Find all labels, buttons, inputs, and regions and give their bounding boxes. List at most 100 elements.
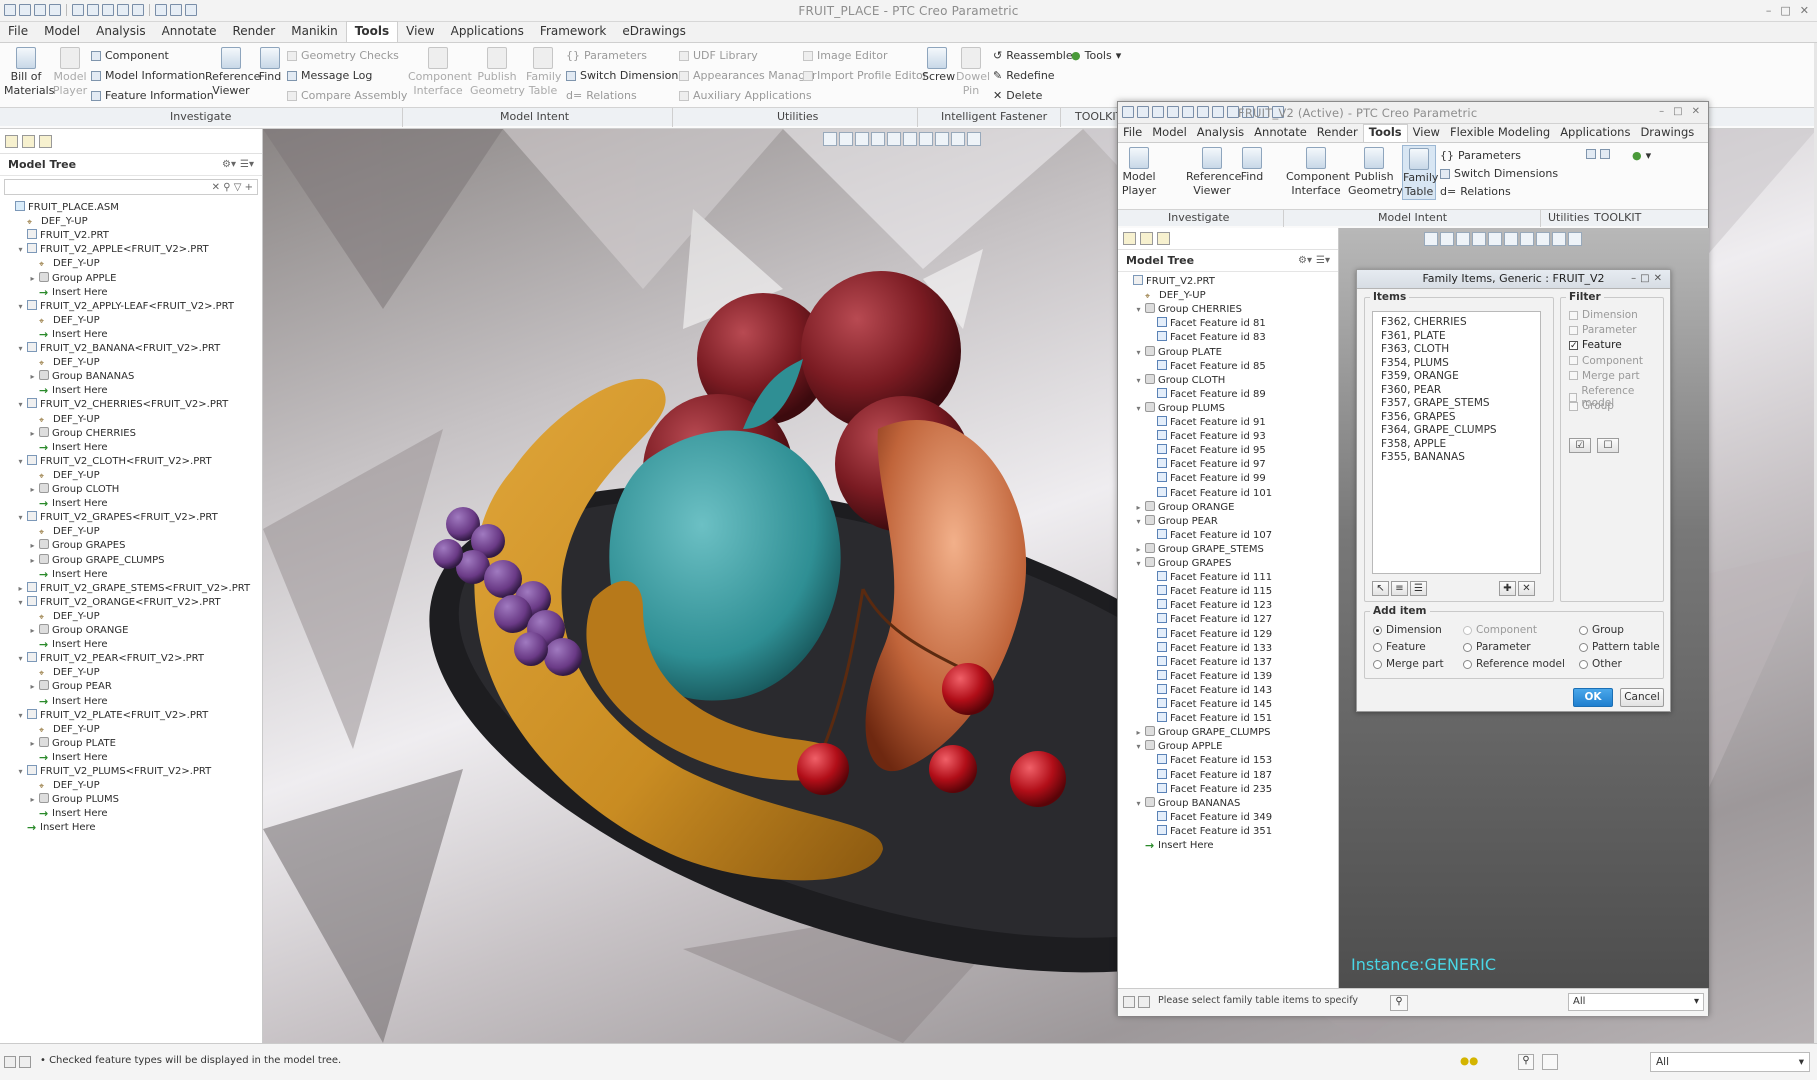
expand-arrow-icon[interactable]: ▾ — [16, 708, 25, 724]
regenerate-icon[interactable] — [1212, 106, 1224, 118]
app-icon[interactable] — [1122, 106, 1134, 118]
group-intelligent-fastener[interactable]: Intelligent Fastener — [941, 110, 1047, 123]
repaint-icon[interactable] — [871, 132, 885, 146]
details-view-icon[interactable]: ☰ — [1410, 581, 1427, 596]
child-graphics-area[interactable]: Family Items, Generic : FRUIT_V2 –□✕ Ite… — [1339, 228, 1709, 988]
appearances-manager-button[interactable]: Appearances Manager — [679, 69, 817, 82]
favorites-icon[interactable] — [1157, 232, 1170, 245]
selection-icon[interactable] — [1542, 1054, 1558, 1070]
spin-center-icon[interactable] — [967, 132, 981, 146]
tab-view[interactable]: View — [1408, 125, 1445, 142]
show-navigator-icon[interactable] — [4, 1056, 16, 1068]
show-navigator-icon[interactable] — [1123, 996, 1135, 1008]
expand-arrow-icon[interactable]: ▾ — [1134, 556, 1143, 572]
child-selection-filter[interactable]: All ▾ — [1568, 993, 1704, 1011]
group-investigate[interactable]: Investigate — [1168, 211, 1229, 224]
expand-arrow-icon[interactable]: ▾ — [16, 397, 25, 413]
save-icon[interactable] — [1167, 106, 1179, 118]
tab-drawings[interactable]: Drawings — [1635, 125, 1699, 142]
expand-arrow-icon[interactable]: ▾ — [16, 242, 25, 258]
relations-button[interactable]: d= Relations — [566, 89, 637, 102]
find-button[interactable]: Find — [1240, 145, 1264, 184]
uncheck-all-icon[interactable]: ☐ — [1597, 438, 1619, 453]
family-item[interactable]: F357, GRAPE_STEMS — [1381, 397, 1490, 409]
tree-filter-icon[interactable]: ☰▾ — [1316, 255, 1330, 266]
tab-framework[interactable]: Framework — [532, 24, 614, 42]
expand-arrow-icon[interactable]: ▾ — [16, 764, 25, 780]
repaint-icon[interactable] — [1472, 232, 1486, 246]
family-item[interactable]: F363, CLOTH — [1381, 343, 1449, 355]
expand-arrow-icon[interactable]: ▾ — [1134, 401, 1143, 417]
maximize-icon[interactable]: □ — [1673, 106, 1682, 117]
model-tree-tab-icon[interactable] — [1123, 232, 1136, 245]
tab-applications[interactable]: Applications — [443, 24, 532, 42]
reference-viewer-button[interactable]: Reference Viewer — [205, 45, 260, 98]
expand-arrow-icon[interactable]: ▾ — [16, 299, 25, 315]
redo-icon[interactable] — [1197, 106, 1209, 118]
filter-checkbox[interactable]: Group — [1569, 400, 1614, 412]
undo-icon[interactable] — [1182, 106, 1194, 118]
tab-tools[interactable]: Tools — [1362, 124, 1408, 142]
binoculars-icon[interactable]: ⚲ — [223, 182, 230, 193]
zoom-out-icon[interactable] — [1456, 232, 1470, 246]
pattern-table-radio[interactable]: Pattern table — [1579, 641, 1660, 653]
find-button[interactable]: Find — [258, 45, 282, 84]
spin-center-icon[interactable] — [1568, 232, 1582, 246]
datum-display-icon[interactable] — [1536, 232, 1550, 246]
maximize-icon[interactable]: □ — [1780, 4, 1790, 17]
delete-button[interactable]: ✕ Delete — [993, 89, 1042, 102]
remove-item-icon[interactable]: ✕ — [1518, 581, 1535, 596]
geometry-checks-button[interactable]: Geometry Checks — [287, 49, 399, 62]
saved-views-icon[interactable] — [1504, 232, 1518, 246]
refit-icon[interactable] — [823, 132, 837, 146]
cancel-button[interactable]: Cancel — [1620, 688, 1664, 707]
folder-browser-icon[interactable] — [1140, 232, 1153, 245]
view-manager-icon[interactable] — [1520, 232, 1534, 246]
expand-arrow-icon[interactable]: ▾ — [16, 595, 25, 611]
filter-icon[interactable]: ▽ — [234, 182, 242, 193]
expand-arrow-icon[interactable]: ▾ — [1134, 796, 1143, 812]
component-interface-button[interactable]: Component Interface — [1286, 145, 1350, 198]
family-item[interactable]: F356, GRAPES — [1381, 411, 1456, 423]
tree-item[interactable]: → Insert Here — [1134, 838, 1214, 854]
display-style-icon[interactable] — [887, 132, 901, 146]
parameters-button[interactable]: {} Parameters — [1440, 149, 1521, 162]
minimize-icon[interactable]: – — [1659, 106, 1664, 117]
expand-arrow-icon[interactable]: ▾ — [1134, 739, 1143, 755]
minimize-icon[interactable]: – — [1766, 4, 1772, 17]
auxiliary-applications-button[interactable]: Auxiliary Applications — [679, 89, 812, 102]
import-profile-editor-button[interactable]: Import Profile Editor — [803, 69, 927, 82]
family-item[interactable]: F360, PEAR — [1381, 384, 1441, 396]
expand-arrow-icon[interactable]: ▾ — [1134, 373, 1143, 389]
display-style-icon[interactable] — [1488, 232, 1502, 246]
tab-render[interactable]: Render — [225, 24, 284, 42]
component-radio[interactable]: Component — [1463, 624, 1537, 636]
switch-dimensions-button[interactable]: Switch Dimensions — [1440, 167, 1558, 180]
model-information-button[interactable]: Model Information — [91, 69, 205, 82]
new-icon[interactable] — [1137, 106, 1149, 118]
maximize-icon[interactable]: □ — [1640, 273, 1653, 284]
open-icon[interactable] — [1152, 106, 1164, 118]
tab-analysis[interactable]: Analysis — [1192, 125, 1249, 142]
expand-arrow-icon[interactable]: ▾ — [1134, 345, 1143, 361]
datum-display-icon[interactable] — [935, 132, 949, 146]
utility-icon[interactable] — [1586, 149, 1596, 159]
utility-icon[interactable] — [1600, 149, 1610, 159]
tab-file[interactable]: File — [0, 24, 36, 42]
minimize-icon[interactable]: – — [1631, 273, 1640, 284]
regeneration-status-icon[interactable]: ●● — [1460, 1055, 1478, 1067]
close-icon[interactable]: ✕ — [1692, 106, 1700, 117]
model-player-button[interactable]: Model Player — [1121, 145, 1157, 198]
refit-icon[interactable] — [1424, 232, 1438, 246]
group-model-intent[interactable]: Model Intent — [500, 110, 569, 123]
family-table-button[interactable]: Family Table — [526, 45, 561, 98]
udf-library-button[interactable]: UDF Library — [679, 49, 758, 62]
expand-arrow-icon[interactable]: ▾ — [16, 341, 25, 357]
reassemble-button[interactable]: ↺ Reassemble — [993, 49, 1073, 62]
tree-settings-icon[interactable]: ⚙▾ — [222, 159, 236, 170]
image-editor-button[interactable]: Image Editor — [803, 49, 888, 62]
relations-button[interactable]: d= Relations — [1440, 185, 1511, 198]
family-item[interactable]: F358, APPLE — [1381, 438, 1446, 450]
tab-annotate[interactable]: Annotate — [1249, 125, 1312, 142]
model-tree-tab-icon[interactable] — [5, 134, 18, 148]
